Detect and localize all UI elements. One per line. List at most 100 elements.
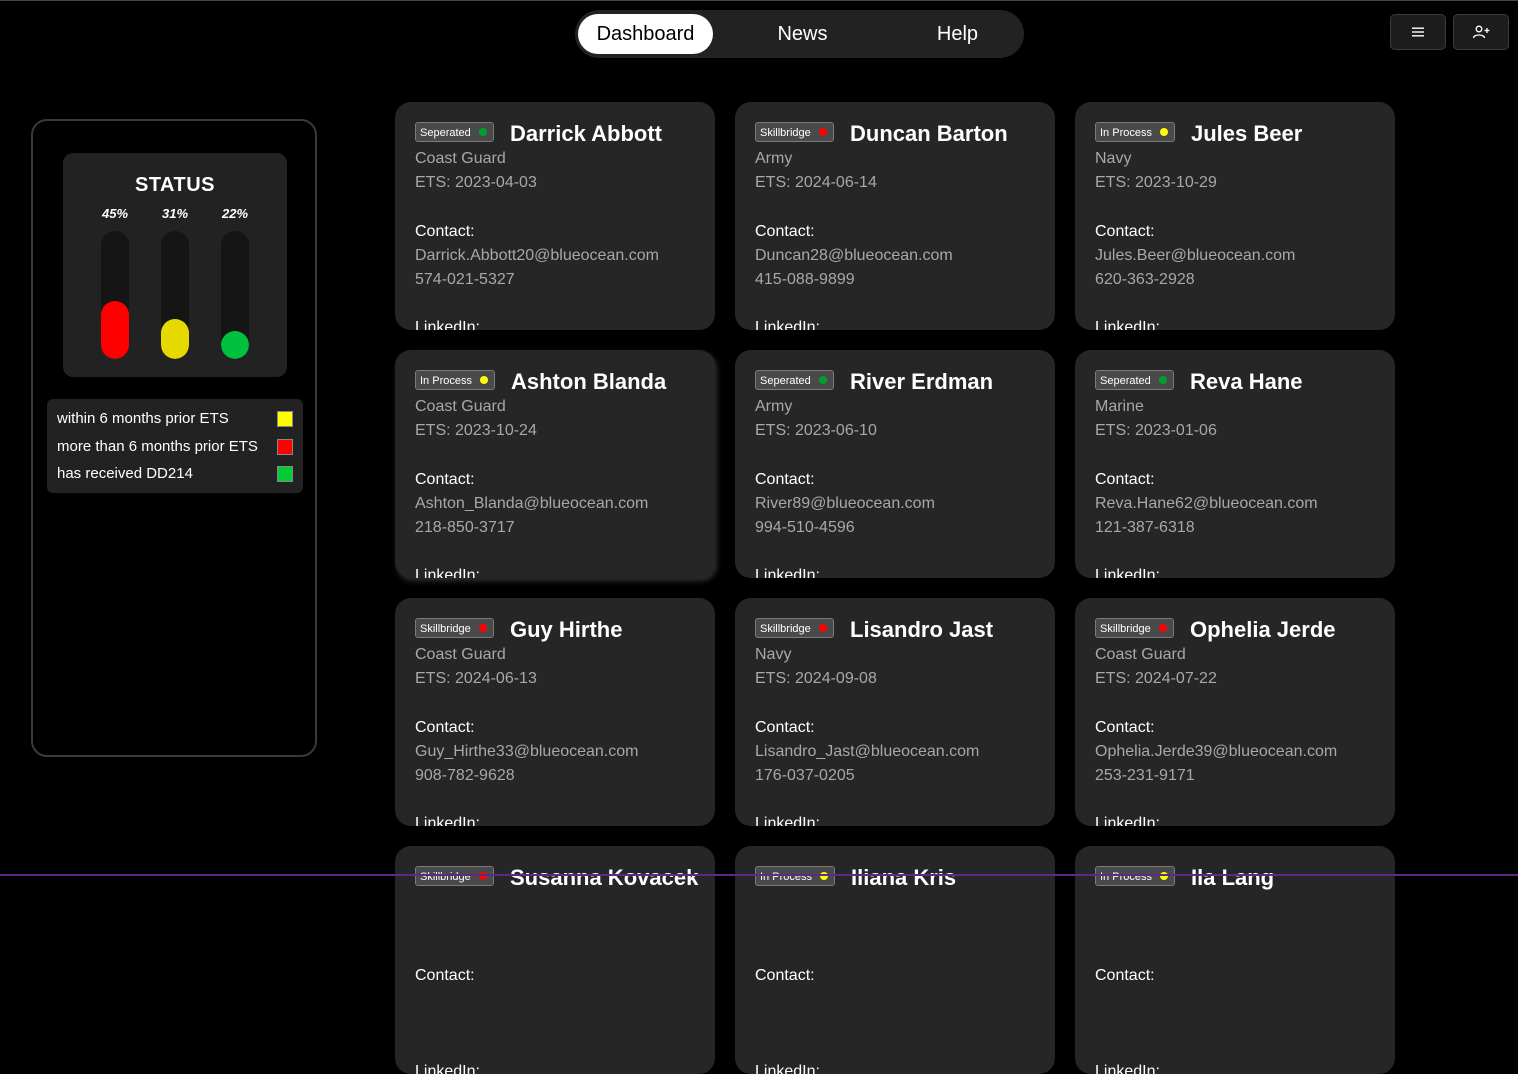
legend-swatch <box>277 439 293 455</box>
status-badge: In Process <box>415 370 495 390</box>
veteran-card[interactable]: Seperated Darrick Abbott Coast Guard ETS… <box>395 102 715 330</box>
ets-date: ETS: 2024-07-22 <box>1095 670 1217 687</box>
status-badge-label: Skillbridge <box>760 127 811 139</box>
veteran-name: River Erdman <box>850 369 994 394</box>
contact-label: Contact: <box>415 471 475 488</box>
ets-date: ETS: 2023-06-10 <box>755 422 877 439</box>
branch: Coast Guard <box>415 150 506 167</box>
email[interactable]: Duncan28@blueocean.com <box>755 247 953 265</box>
contact-label: Contact: <box>755 471 815 488</box>
phone: 253-231-9171 <box>1095 767 1195 784</box>
veteran-card[interactable]: Skillbridge Guy Hirthe Coast Guard ETS: … <box>395 598 715 826</box>
email[interactable]: Guy_Hirthe33@blueocean.com <box>415 743 638 761</box>
bar-green-track <box>221 231 249 359</box>
tab-news[interactable]: News <box>740 14 865 54</box>
branch: Navy <box>1095 150 1132 167</box>
veteran-card[interactable]: Seperated River Erdman Army ETS: 2023-06… <box>735 350 1055 578</box>
menu-button[interactable] <box>1390 14 1446 50</box>
veteran-card[interactable]: Skillbridge Ophelia Jerde Coast Guard ET… <box>1075 598 1395 826</box>
veteran-name: Iliana Kris <box>851 865 957 890</box>
top-nav: Dashboard News Help <box>575 10 1024 58</box>
veteran-card[interactable]: In Process Iliana Kris Contact: LinkedIn… <box>735 846 1055 1074</box>
veteran-name: Lisandro Jast <box>850 617 994 642</box>
status-dot <box>479 376 488 384</box>
status-dot <box>478 128 487 136</box>
email[interactable]: Reva.Hane62@blueocean.com <box>1095 495 1318 513</box>
contact-label: Contact: <box>1095 967 1155 984</box>
status-dot <box>1159 128 1168 136</box>
status-badge-label: Skillbridge <box>420 871 471 883</box>
email[interactable]: Lisandro_Jast@blueocean.com <box>755 743 979 761</box>
add-user-icon <box>1472 25 1490 39</box>
phone: 908-782-9628 <box>415 767 515 784</box>
veteran-card[interactable]: In Process Ila Lang Contact: LinkedIn: <box>1075 846 1395 1074</box>
status-badge: Seperated <box>415 122 494 142</box>
bar-green-percent: 22% <box>221 206 249 221</box>
veteran-card[interactable]: Skillbridge Lisandro Jast Navy ETS: 2024… <box>735 598 1055 826</box>
tab-dashboard[interactable]: Dashboard <box>578 14 713 54</box>
status-panel: STATUS 45% 31% 22% within 6 months prior… <box>31 119 317 757</box>
branch: Army <box>755 398 793 415</box>
status-dot <box>478 624 487 632</box>
veteran-name: Ophelia Jerde <box>1190 617 1336 642</box>
bar-yellow-fill <box>161 319 189 359</box>
branch: Coast Guard <box>415 646 506 663</box>
contact-label: Contact: <box>755 967 815 984</box>
linkedin-label: LinkedIn: <box>755 815 820 826</box>
status-badge-label: Skillbridge <box>420 623 471 635</box>
veteran-name: Darrick Abbott <box>510 121 662 146</box>
email[interactable]: Ashton_Blanda@blueocean.com <box>415 495 648 513</box>
bar-green-fill <box>221 331 249 359</box>
veteran-name: Duncan Barton <box>850 121 1008 146</box>
contact-label: Contact: <box>415 719 475 736</box>
bar-yellow-track <box>161 231 189 359</box>
veteran-card[interactable]: Seperated Reva Hane Marine ETS: 2023-01-… <box>1075 350 1395 578</box>
status-badge: Skillbridge <box>755 618 834 638</box>
contact-label: Contact: <box>1095 719 1155 736</box>
veteran-card[interactable]: Skillbridge Duncan Barton Army ETS: 2024… <box>735 102 1055 330</box>
linkedin-label: LinkedIn: <box>1095 319 1160 330</box>
bar-yellow-percent: 31% <box>161 206 189 221</box>
bar-red-track <box>101 231 129 359</box>
email[interactable]: River89@blueocean.com <box>755 495 935 513</box>
contact-label: Contact: <box>1095 223 1155 240</box>
branch: Coast Guard <box>1095 646 1186 663</box>
phone: 574-021-5327 <box>415 271 515 288</box>
veteran-card[interactable]: In Process Jules Beer Navy ETS: 2023-10-… <box>1075 102 1395 330</box>
linkedin-label: LinkedIn: <box>1095 815 1160 826</box>
add-user-button[interactable] <box>1453 14 1509 50</box>
status-badge-label: In Process <box>1100 127 1152 139</box>
ets-date: ETS: 2024-06-14 <box>755 174 877 191</box>
status-title: STATUS <box>134 174 216 196</box>
email[interactable]: Ophelia.Jerde39@blueocean.com <box>1095 743 1337 761</box>
phone: 415-088-9899 <box>755 271 855 288</box>
tab-help[interactable]: Help <box>900 14 1015 54</box>
status-badge-label: Seperated <box>760 375 811 387</box>
linkedin-label: LinkedIn: <box>415 1063 480 1074</box>
status-badge: Skillbridge <box>415 618 494 638</box>
bar-red-fill <box>101 301 129 359</box>
veteran-card[interactable]: In Process Ashton Blanda Coast Guard ETS… <box>395 350 715 578</box>
veteran-name: Reva Hane <box>1190 369 1303 394</box>
status-dot <box>1158 376 1167 384</box>
email[interactable]: Darrick.Abbott20@blueocean.com <box>415 247 659 265</box>
veteran-card[interactable]: Skillbridge Susanna Kovacek Contact: Lin… <box>395 846 715 1074</box>
phone: 620-363-2928 <box>1095 271 1195 288</box>
status-badge-label: In Process <box>760 871 812 883</box>
linkedin-label: LinkedIn: <box>755 319 820 330</box>
status-badge-label: Seperated <box>420 127 471 139</box>
ets-date: ETS: 2023-10-24 <box>415 422 537 439</box>
status-dot <box>818 624 827 632</box>
status-badge-label: Seperated <box>1100 375 1151 387</box>
status-badge: Skillbridge <box>755 122 834 142</box>
status-dot <box>818 128 827 136</box>
branch: Army <box>755 150 793 167</box>
status-badge: In Process <box>1095 866 1175 886</box>
ets-date: ETS: 2023-10-29 <box>1095 174 1217 191</box>
linkedin-label: LinkedIn: <box>755 1063 820 1074</box>
phone: 218-850-3717 <box>415 519 515 536</box>
legend-item: has received DD214 <box>57 464 293 484</box>
status-badge: Seperated <box>755 370 834 390</box>
linkedin-label: LinkedIn: <box>1095 1063 1160 1074</box>
email[interactable]: Jules.Beer@blueocean.com <box>1095 247 1295 265</box>
